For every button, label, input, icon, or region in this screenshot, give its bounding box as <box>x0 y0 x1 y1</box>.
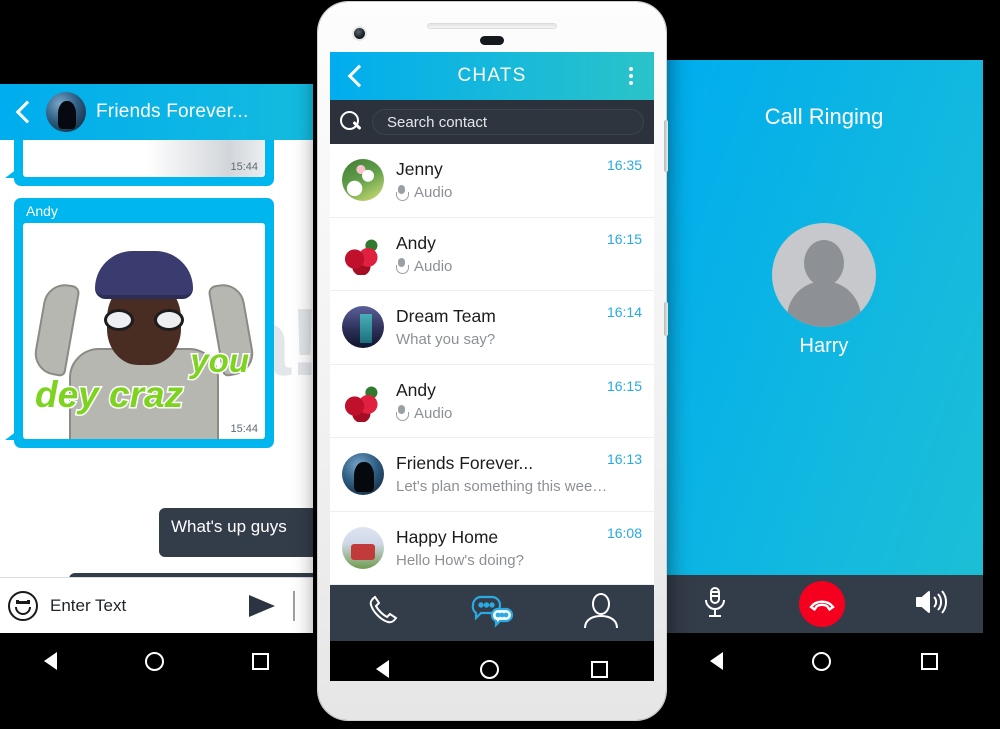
chat-preview: Audio <box>414 404 453 422</box>
page-title: Friends Forever... <box>96 101 249 122</box>
chat-name: Dream Team <box>396 306 496 327</box>
chat-timestamp: 16:15 <box>606 230 642 247</box>
recents-icon[interactable] <box>921 652 939 670</box>
chat-timestamp: 16:08 <box>606 524 642 541</box>
left-phone-chat-screen: Friends Forever... a! 15:44 Andy you dey… <box>0 84 313 689</box>
avatar <box>342 232 384 275</box>
message-bubble-outgoing[interactable]: What's up guys 16:13 <box>159 508 313 557</box>
avatar <box>342 159 384 202</box>
sticker-illustration: you dey craz <box>23 223 265 439</box>
home-icon[interactable] <box>480 659 500 679</box>
chevron-left-icon[interactable] <box>10 99 36 125</box>
message-bubble-incoming-image[interactable]: 15:44 <box>5 140 274 186</box>
home-icon[interactable] <box>812 651 832 671</box>
call-controls-bar <box>665 575 983 633</box>
list-item[interactable]: Jenny Audio 16:35 <box>330 144 654 218</box>
person-placeholder-icon <box>772 223 876 327</box>
message-composer: Enter Text <box>0 577 313 633</box>
sticker-glasses <box>104 309 184 332</box>
caller-name: Harry <box>799 335 849 357</box>
smiley-icon[interactable] <box>8 590 38 621</box>
microphone-icon <box>396 184 409 201</box>
right-phone-call-screen: Call Ringing Harry <box>665 60 983 689</box>
message-image: 15:44 <box>23 140 265 177</box>
android-nav-bar <box>330 641 654 681</box>
avatar <box>342 306 384 349</box>
call-status-text: Call Ringing <box>764 104 884 129</box>
message-timestamp: 15:44 <box>230 161 258 173</box>
text-caret <box>293 590 295 621</box>
home-icon[interactable] <box>145 651 164 671</box>
message-thread[interactable]: a! 15:44 Andy you dey craz 15:44 What's … <box>0 140 313 633</box>
chat-timestamp: 16:15 <box>606 377 642 394</box>
avatar[interactable] <box>46 92 86 132</box>
chevron-left-icon[interactable] <box>344 64 368 88</box>
tab-chats[interactable] <box>469 594 515 633</box>
search-input[interactable]: Search contact <box>372 109 644 135</box>
search-bar: Search contact <box>330 100 654 144</box>
message-sender-name: Andy <box>26 203 58 219</box>
chat-name: Friends Forever... <box>396 453 534 474</box>
chat-preview: What you say? <box>396 331 496 349</box>
send-icon[interactable] <box>249 594 275 617</box>
chat-name: Andy <box>396 379 436 400</box>
chat-detail-header: Friends Forever... <box>0 84 313 140</box>
sticker-text-line2: dey craz <box>33 373 184 417</box>
proximity-sensor <box>480 36 504 45</box>
chat-preview: Audio <box>414 257 453 275</box>
volume-down-button[interactable] <box>664 302 668 336</box>
sticker-image: you dey craz 15:44 <box>23 223 265 439</box>
list-item[interactable]: Andy Audio 16:15 <box>330 365 654 438</box>
search-placeholder: Search contact <box>387 113 488 131</box>
kebab-menu-icon[interactable] <box>622 67 640 85</box>
speaker-icon[interactable] <box>914 588 948 621</box>
chat-timestamp: 16:13 <box>606 451 642 467</box>
android-nav-bar <box>665 633 983 689</box>
center-phone-screen: CHATS Search contact Jenny Audio 16:35 A… <box>330 52 654 681</box>
avatar <box>342 379 384 422</box>
list-item[interactable]: Happy Home Hello How's doing? 16:08 <box>330 512 654 585</box>
android-nav-bar <box>0 633 313 689</box>
volume-up-button[interactable] <box>664 120 668 172</box>
avatar <box>342 453 384 496</box>
screenshot-stage: Friends Forever... a! 15:44 Andy you dey… <box>0 0 1000 729</box>
sticker-text-line1: you <box>189 340 251 380</box>
earpiece <box>427 23 557 29</box>
recents-icon[interactable] <box>591 660 609 678</box>
message-bubble-incoming-sticker[interactable]: Andy you dey craz 15:44 <box>5 198 274 448</box>
end-call-icon[interactable] <box>798 581 845 627</box>
message-input[interactable]: Enter Text <box>50 596 237 616</box>
microphone-icon <box>396 258 409 275</box>
tab-calls[interactable] <box>363 591 403 636</box>
chats-header: CHATS <box>330 52 654 100</box>
search-icon[interactable] <box>340 111 362 133</box>
microphone-icon[interactable] <box>700 585 730 624</box>
list-item[interactable]: Friends Forever... Let's plan something … <box>330 438 654 512</box>
chat-timestamp: 16:35 <box>606 157 642 173</box>
page-title: CHATS <box>457 65 527 86</box>
back-icon[interactable] <box>375 660 389 678</box>
chat-preview: Hello How's doing? <box>396 551 524 569</box>
chat-name: Jenny <box>396 159 443 180</box>
chat-list[interactable]: Jenny Audio 16:35 Andy Audio 16:15 Dream… <box>330 144 654 585</box>
front-camera <box>352 26 367 41</box>
chat-preview: Audio <box>414 184 453 202</box>
tab-contacts[interactable] <box>581 592 621 635</box>
center-phone-device: CHATS Search contact Jenny Audio 16:35 A… <box>318 2 668 720</box>
sticker-cap <box>95 251 193 300</box>
back-icon[interactable] <box>709 652 723 670</box>
chat-name: Andy <box>396 232 436 253</box>
avatar <box>342 526 384 569</box>
list-item[interactable]: Dream Team What you say? 16:14 <box>330 291 654 365</box>
list-item[interactable]: Andy Audio 16:15 <box>330 218 654 291</box>
message-timestamp: 15:44 <box>230 423 258 435</box>
microphone-icon <box>396 405 409 422</box>
chat-timestamp: 16:14 <box>606 304 642 320</box>
recents-icon[interactable] <box>252 652 269 670</box>
back-icon[interactable] <box>44 652 57 670</box>
message-text: What's up guys <box>171 517 287 536</box>
chat-preview: Let's plan something this wee… <box>396 478 608 496</box>
chat-name: Happy Home <box>396 526 499 547</box>
bottom-tab-bar <box>330 585 654 641</box>
